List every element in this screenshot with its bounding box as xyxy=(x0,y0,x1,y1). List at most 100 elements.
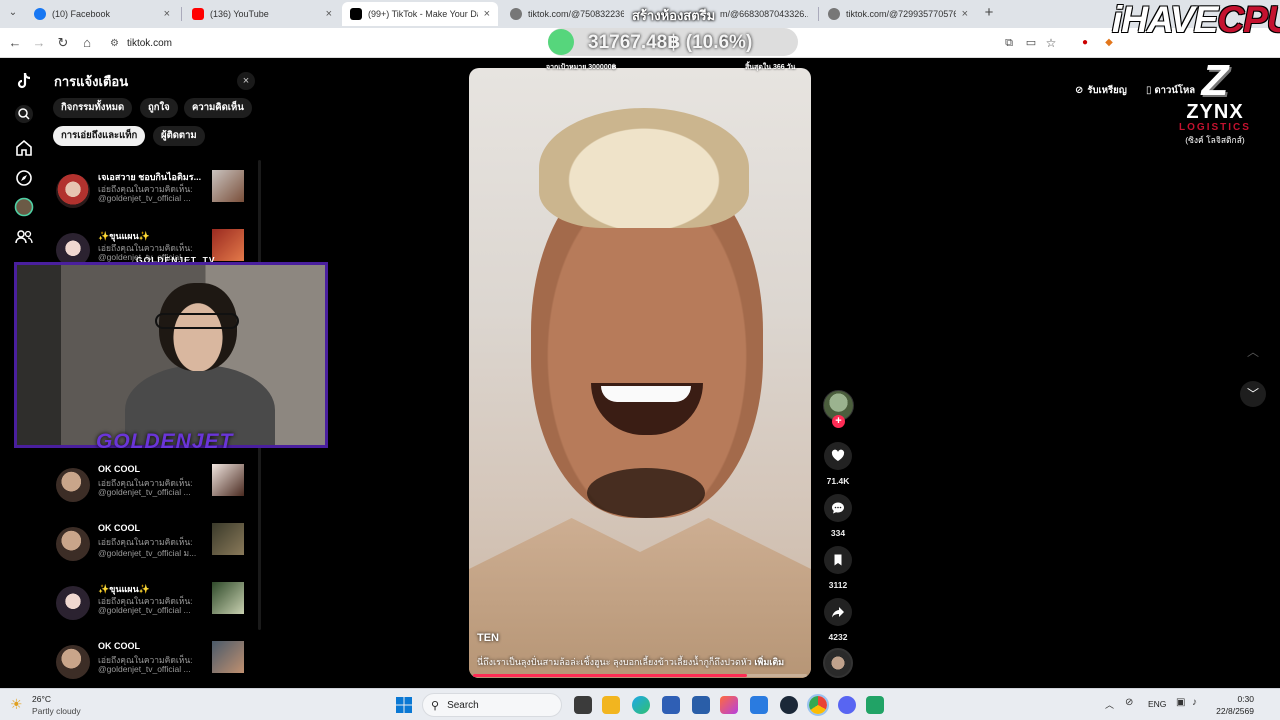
file-explorer-icon[interactable] xyxy=(602,696,620,714)
like-button[interactable] xyxy=(824,442,852,470)
search-icon: ⚲ xyxy=(431,699,440,712)
discord-icon[interactable] xyxy=(838,696,856,714)
comment-count: 334 xyxy=(830,528,846,538)
filter-all-activity[interactable]: กิจกรรมทั้งหมด xyxy=(53,98,133,118)
share-count: 4232 xyxy=(828,632,848,642)
video-subject-hair xyxy=(539,108,749,228)
notification-item[interactable]: OK COOL เอ่ยถึงคุณในความคิดเห็น: @golden… xyxy=(56,641,248,681)
clock-time[interactable]: 0:30 xyxy=(1226,694,1254,704)
forward-arrow-icon[interactable]: → xyxy=(30,34,48,52)
new-tab-button[interactable]: + xyxy=(980,4,998,22)
tab-tiktok-active[interactable]: (99+) TikTok - Make Your Day × xyxy=(342,2,498,26)
close-icon[interactable]: × xyxy=(237,72,255,90)
tray-overflow-chevron-icon[interactable]: ︿ xyxy=(1105,698,1114,711)
avatar[interactable] xyxy=(56,527,90,561)
filter-followers[interactable]: ผู้ติดตาม xyxy=(153,126,205,146)
webcam-brand-logo: GOLDENJET xyxy=(96,430,234,453)
avatar[interactable] xyxy=(56,645,90,679)
visual-studio-icon[interactable] xyxy=(662,696,680,714)
follow-button[interactable]: + xyxy=(832,415,845,428)
edge-browser-icon[interactable] xyxy=(632,696,650,714)
tab-tiktok-profile-3[interactable]: tiktok.com/@7299357705767... × xyxy=(820,2,976,26)
clock-date[interactable]: 22/8/2569 xyxy=(1212,706,1254,716)
home-icon[interactable]: ⌂ xyxy=(78,34,96,52)
comment-button[interactable] xyxy=(824,494,852,522)
avatar[interactable] xyxy=(56,586,90,620)
save-button[interactable] xyxy=(824,546,852,574)
notepad-icon[interactable] xyxy=(866,696,884,714)
video-thumbnail[interactable] xyxy=(212,229,244,261)
monitor-icon[interactable]: ▣ xyxy=(1176,697,1185,708)
comment-icon xyxy=(832,502,844,514)
store-icon[interactable] xyxy=(692,696,710,714)
share-arrow-icon xyxy=(832,607,844,618)
video-thumbnail[interactable] xyxy=(212,464,244,496)
video-subject-shirt xyxy=(469,518,811,678)
address-bar[interactable]: ⚙ tiktok.com xyxy=(100,32,500,54)
bookmark-star-icon[interactable]: ☆ xyxy=(1042,34,1060,52)
zynx-logistics-logo: Z ZYNX LOGISTICS (ซิงค์ โลจิสติกส์) xyxy=(1179,56,1251,146)
cast-icon[interactable]: ▭ xyxy=(1022,34,1040,52)
filter-mentions-tags[interactable]: การเอ่ยถึงและแท็ก xyxy=(53,126,146,146)
filter-comments[interactable]: ความคิดเห็น xyxy=(184,98,252,118)
youtube-icon xyxy=(192,8,204,20)
adblock-icon[interactable]: ● xyxy=(1076,34,1094,52)
goal-target-label: จากเป้าหมาย 300000฿ xyxy=(546,64,617,71)
notification-item[interactable]: ✨ขุนแผน✨ เอ่ยถึงคุณในความคิดเห็น: @golde… xyxy=(56,582,248,622)
tab-tiktok-profile-1[interactable]: tiktok.com/@7508322366331... xyxy=(502,2,632,26)
notification-item[interactable]: เจเอสวาย ชอบกินไอติมร... เอ่ยถึงคุณในควา… xyxy=(56,170,248,210)
translate-icon[interactable]: ⧉ xyxy=(1000,34,1018,52)
sound-disc-icon[interactable] xyxy=(823,648,853,678)
copilot-icon[interactable] xyxy=(720,696,738,714)
share-button[interactable] xyxy=(824,598,852,626)
reload-icon[interactable]: ↻ xyxy=(54,34,72,52)
steam-icon[interactable] xyxy=(780,696,798,714)
weather-temperature[interactable]: 26°C xyxy=(32,694,51,704)
close-tab-icon[interactable]: × xyxy=(164,8,170,20)
video-thumbnail[interactable] xyxy=(212,582,244,614)
tab-separator xyxy=(181,7,182,21)
close-tab-icon[interactable]: × xyxy=(962,8,968,20)
network-icon[interactable]: ⊘ xyxy=(1125,697,1133,708)
next-video-chevron-down-icon[interactable]: ﹀ xyxy=(1240,381,1266,407)
weather-description[interactable]: Partly cloudy xyxy=(32,706,81,716)
video-author[interactable]: TEN xyxy=(477,632,499,644)
site-info-icon[interactable]: ⚙ xyxy=(110,38,119,49)
tab-search-icon[interactable]: ⌄ xyxy=(4,4,22,22)
video-player[interactable] xyxy=(469,68,811,678)
volume-icon[interactable]: ♪ xyxy=(1192,697,1197,708)
avatar[interactable] xyxy=(56,468,90,502)
video-thumbnail[interactable] xyxy=(212,523,244,555)
get-coins-button[interactable]: ⊘ รับเหรียญ xyxy=(1075,80,1127,100)
friends-icon[interactable] xyxy=(14,227,34,247)
notification-item[interactable]: OK COOL เอ่ยถึงคุณในความคิดเห็น: @golden… xyxy=(56,464,248,504)
back-arrow-icon[interactable]: ← xyxy=(6,34,24,52)
taskbar-search-box[interactable]: ⚲ Search xyxy=(422,693,562,717)
tab-tiktok-profile-2[interactable]: m/@6683087043326... xyxy=(712,2,816,26)
tab-separator xyxy=(818,7,819,21)
following-avatar-icon[interactable] xyxy=(14,197,34,217)
video-thumbnail[interactable] xyxy=(212,641,244,673)
previous-video-chevron-up-icon[interactable]: ︿ xyxy=(1240,339,1266,365)
input-language[interactable]: ENG xyxy=(1148,699,1166,709)
tab-facebook[interactable]: (10) Facebook × xyxy=(26,2,178,26)
search-icon[interactable] xyxy=(14,104,34,124)
chrome-icon[interactable] xyxy=(807,694,829,716)
home-icon[interactable] xyxy=(14,138,34,158)
outlook-icon[interactable] xyxy=(750,696,768,714)
close-tab-icon[interactable]: × xyxy=(484,8,490,20)
close-tab-icon[interactable]: × xyxy=(326,8,332,20)
tiktok-logo-icon[interactable] xyxy=(14,71,34,91)
video-progress-bar[interactable] xyxy=(473,674,807,677)
tab-youtube[interactable]: (136) YouTube × xyxy=(184,2,340,26)
video-thumbnail[interactable] xyxy=(212,170,244,202)
task-view-icon[interactable] xyxy=(574,696,592,714)
webcam-overlay xyxy=(14,262,328,448)
explore-compass-icon[interactable] xyxy=(14,168,34,188)
notification-item[interactable]: OK COOL เอ่ยถึงคุณในความคิดเห็น: @golden… xyxy=(56,523,248,563)
see-more-link[interactable]: เพิ่มเติม xyxy=(754,657,784,667)
windows-start-icon[interactable] xyxy=(396,697,412,713)
goal-ends-label: สิ้นสุดใน 366 วัน xyxy=(745,64,796,71)
filter-likes[interactable]: ถูกใจ xyxy=(140,98,178,118)
avatar[interactable] xyxy=(56,174,90,208)
